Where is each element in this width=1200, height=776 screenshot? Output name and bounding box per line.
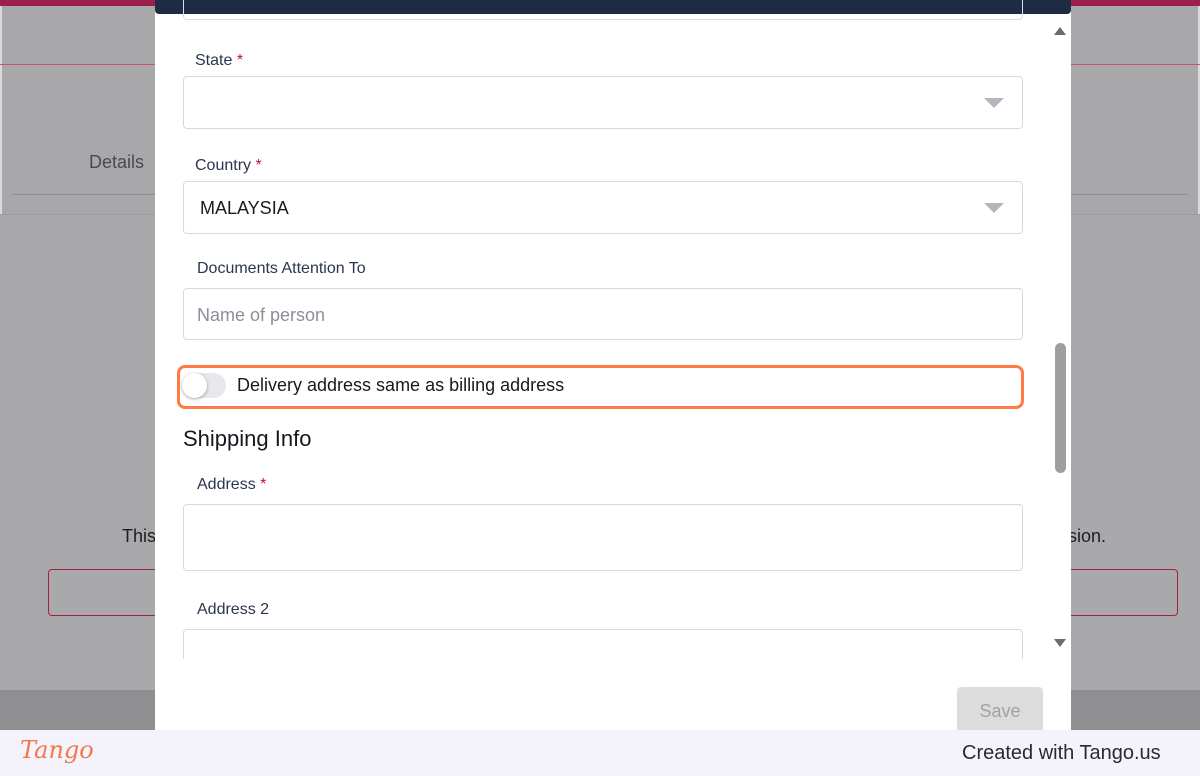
scroll-down-arrow-icon[interactable] xyxy=(1054,639,1066,647)
state-label: State * xyxy=(195,52,243,70)
country-value: MALAYSIA xyxy=(200,198,289,218)
chevron-down-icon[interactable] xyxy=(984,98,1004,108)
background-tab-details: Details xyxy=(89,152,145,172)
required-mark: * xyxy=(236,52,244,69)
background-button-left xyxy=(48,569,168,616)
address-input[interactable] xyxy=(183,504,1023,571)
toggle-knob[interactable] xyxy=(182,373,207,398)
previous-field[interactable] xyxy=(183,0,1023,20)
background-button-right xyxy=(1060,569,1178,616)
scrollbar-thumb[interactable] xyxy=(1055,343,1066,473)
scroll-up-arrow-icon[interactable] xyxy=(1054,27,1066,35)
documents-attention-placeholder: Name of person xyxy=(197,305,326,325)
background-text-left: This xyxy=(122,526,157,546)
tango-credit: Created with Tango.us xyxy=(962,742,1161,764)
billing-modal: State * Country * MALAYSIA Documents Att… xyxy=(155,0,1071,735)
state-label-text: State xyxy=(195,52,233,69)
chevron-down-icon[interactable] xyxy=(984,203,1004,213)
address2-input[interactable] xyxy=(183,629,1023,659)
documents-attention-label: Documents Attention To xyxy=(197,260,366,277)
country-label: Country * xyxy=(195,157,262,175)
country-select[interactable]: MALAYSIA xyxy=(183,181,1023,234)
address2-label: Address 2 xyxy=(197,601,270,618)
documents-attention-input[interactable]: Name of person xyxy=(183,288,1023,340)
state-select[interactable] xyxy=(183,76,1023,129)
shipping-info-title: Shipping Info xyxy=(183,426,312,451)
country-label-text: Country xyxy=(195,157,252,174)
address-label-text: Address xyxy=(197,476,256,493)
tango-logo: Tango xyxy=(20,736,94,764)
save-button[interactable]: Save xyxy=(957,687,1043,735)
required-mark: * xyxy=(260,476,267,493)
address-label: Address * xyxy=(197,476,266,494)
delivery-same-as-billing-toggle[interactable] xyxy=(182,373,226,398)
background-text-right: sion. xyxy=(1068,526,1107,546)
required-mark: * xyxy=(255,157,262,174)
delivery-toggle-label: Delivery address same as billing address xyxy=(237,375,565,395)
